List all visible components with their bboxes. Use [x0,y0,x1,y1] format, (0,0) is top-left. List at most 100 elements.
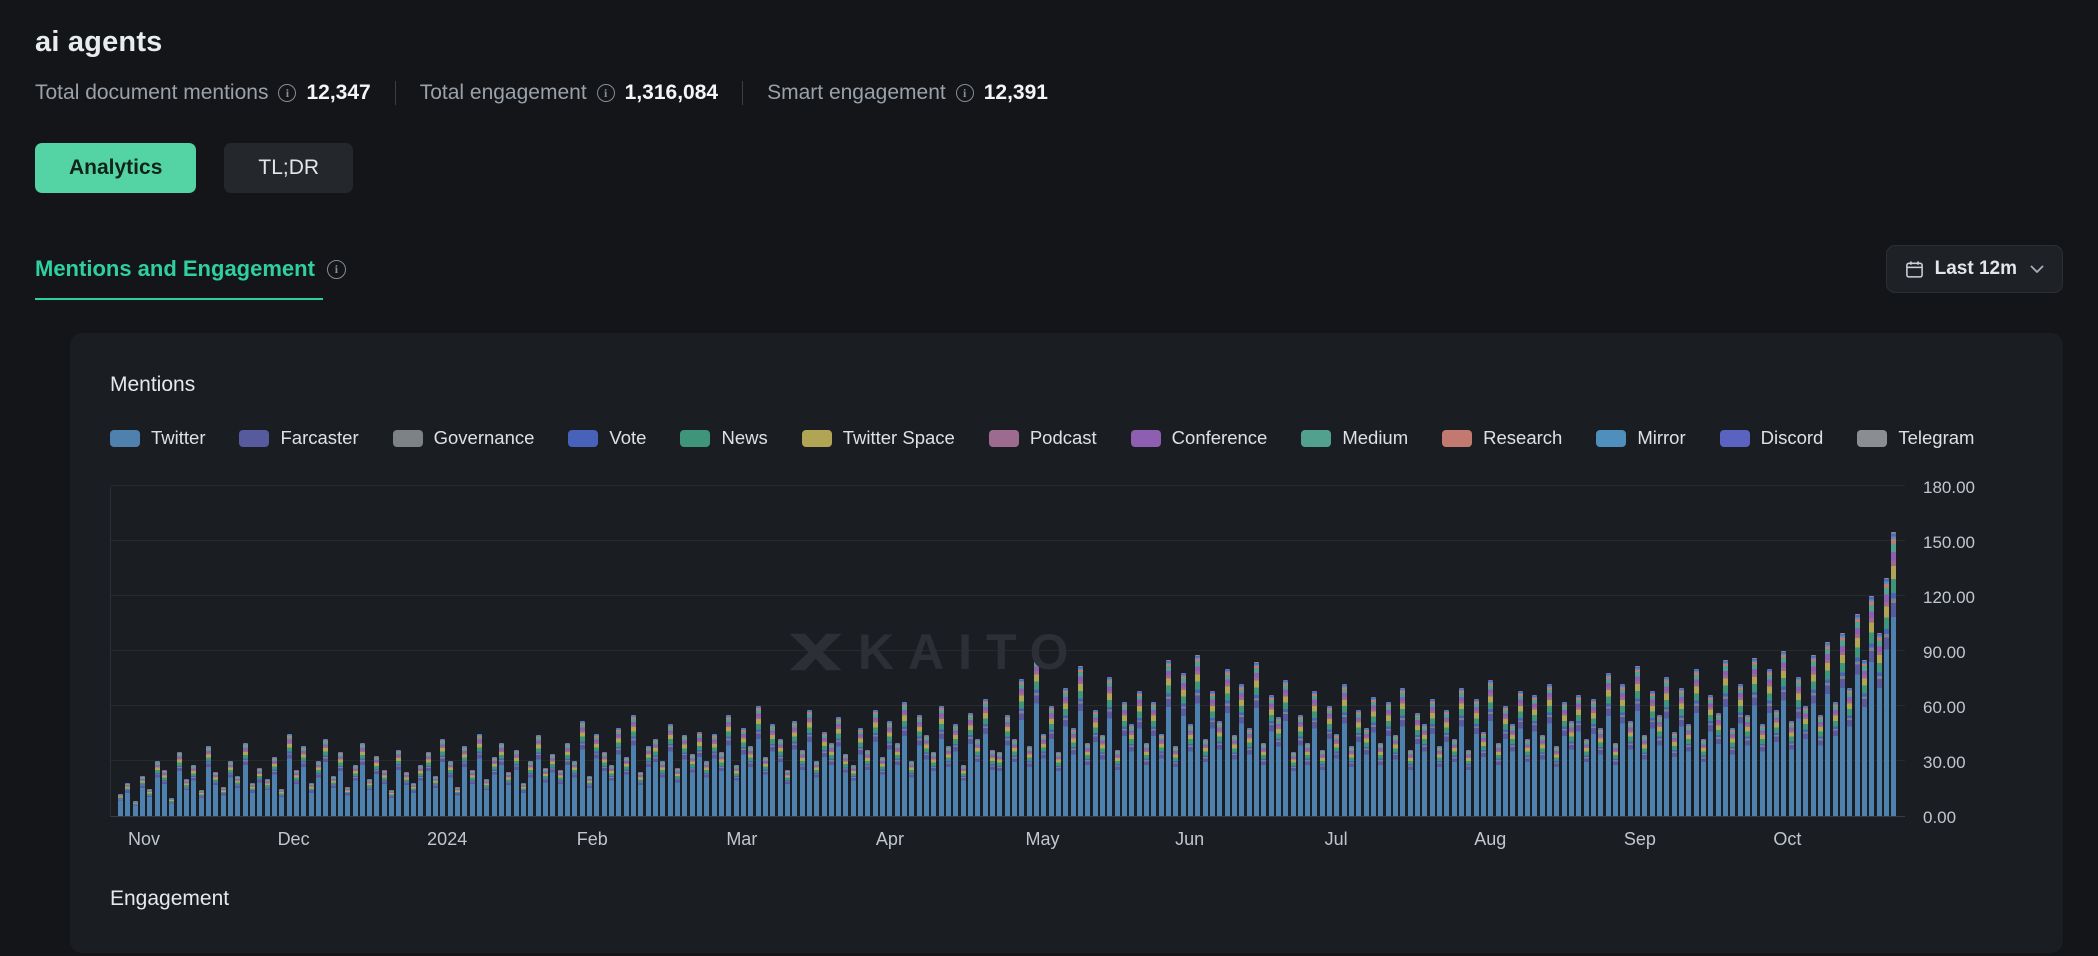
mention-bar[interactable] [1532,695,1537,816]
mention-bar[interactable] [756,706,761,816]
mention-bar[interactable] [1203,739,1208,816]
mention-bar[interactable] [704,761,709,816]
mention-bar[interactable] [1818,715,1823,816]
mention-bar[interactable] [1371,697,1376,816]
mention-bar[interactable] [1503,706,1508,816]
mention-bar[interactable] [1444,710,1449,816]
mention-bar[interactable] [1378,743,1383,816]
mention-bar[interactable] [946,746,951,816]
mention-bar[interactable] [1034,655,1039,816]
mention-bar[interactable] [133,801,138,816]
mention-bar[interactable] [1166,660,1171,816]
mention-bar[interactable] [162,770,167,816]
mention-bar[interactable] [294,770,299,816]
mention-bar[interactable] [902,702,907,816]
mention-bar[interactable] [243,743,248,816]
mention-bar[interactable] [931,752,936,816]
mention-bar[interactable] [851,765,856,816]
mention-bar[interactable] [1151,702,1156,816]
mention-bar[interactable] [1400,688,1405,816]
mention-bar[interactable] [983,699,988,816]
mention-bar[interactable] [1349,746,1354,816]
mention-bar[interactable] [1430,699,1435,816]
mention-bar[interactable] [1137,691,1142,816]
mention-bar[interactable] [1239,684,1244,816]
mention-bar[interactable] [1232,735,1237,816]
mention-bar[interactable] [1320,750,1325,816]
mention-bar[interactable] [1789,721,1794,816]
mention-bar[interactable] [748,746,753,816]
mention-bar[interactable] [250,783,255,816]
mention-bar[interactable] [1803,706,1808,816]
mention-bar[interactable] [1005,715,1010,816]
mention-bar[interactable] [990,750,995,816]
mention-bar[interactable] [572,761,577,816]
mention-bar[interactable] [1093,710,1098,816]
mention-bar[interactable] [323,739,328,816]
legend-item[interactable]: Medium [1301,427,1408,449]
mention-bar[interactable] [1628,721,1633,816]
mention-bar[interactable] [1738,684,1743,816]
mention-bar[interactable] [338,752,343,816]
mention-bar[interactable] [800,750,805,816]
mention-bar[interactable] [1041,734,1046,817]
mention-bar[interactable] [353,765,358,816]
mention-bar[interactable] [1584,739,1589,816]
mention-bar[interactable] [514,750,519,816]
mention-bar[interactable] [221,787,226,816]
mention-bar[interactable] [177,752,182,816]
mention-bar[interactable] [1510,724,1515,816]
mention-bar[interactable] [360,743,365,816]
mention-bar[interactable] [814,761,819,816]
mention-bar[interactable] [1283,680,1288,816]
mention-bar[interactable] [1796,677,1801,816]
legend-item[interactable]: Mirror [1596,427,1685,449]
mention-bar[interactable] [389,790,394,816]
tab-tldr[interactable]: TL;DR [224,143,353,193]
mention-bar[interactable] [1276,717,1281,816]
mention-bar[interactable] [887,721,892,816]
mention-bar[interactable] [206,746,211,816]
legend-item[interactable]: Podcast [989,427,1097,449]
mention-bar[interactable] [1752,658,1757,816]
mention-bar[interactable] [272,757,277,816]
mention-bar[interactable] [968,713,973,816]
mention-bar[interactable] [1261,743,1266,816]
mention-bar[interactable] [873,710,878,816]
mention-bar[interactable] [917,715,922,816]
mention-bar[interactable] [1466,750,1471,816]
mention-bar[interactable] [1620,684,1625,816]
mention-bar[interactable] [1085,743,1090,816]
mention-bar[interactable] [506,772,511,816]
mention-bar[interactable] [1650,691,1655,816]
mention-bar[interactable] [690,754,695,816]
mention-bar[interactable] [382,770,387,816]
mention-bar[interactable] [1723,660,1728,816]
mention-bar[interactable] [1562,702,1567,816]
mention-bar[interactable] [1181,673,1186,816]
mention-bar[interactable] [1225,669,1230,816]
mention-bar[interactable] [953,724,958,816]
mention-bar[interactable] [1686,724,1691,816]
mention-bar[interactable] [1356,710,1361,816]
time-range-dropdown[interactable]: Last 12m [1886,245,2063,293]
mention-bar[interactable] [1847,688,1852,816]
mention-bar[interactable] [396,750,401,816]
mention-bar[interactable] [1716,713,1721,816]
mention-bar[interactable] [858,728,863,816]
mention-bar[interactable] [1452,739,1457,816]
mention-bar[interactable] [1027,746,1032,816]
mention-bar[interactable] [411,783,416,816]
mention-bar[interactable] [1488,680,1493,816]
mention-bar[interactable] [440,739,445,816]
mention-bar[interactable] [374,756,379,817]
mention-bar[interactable] [184,779,189,816]
mention-bar[interactable] [1415,713,1420,816]
mention-bar[interactable] [199,790,204,816]
mention-bar[interactable] [1254,662,1259,816]
mention-bar[interactable] [741,728,746,816]
mention-bar[interactable] [1269,695,1274,816]
mention-bar[interactable] [1012,739,1017,816]
legend-item[interactable]: Twitter [110,427,205,449]
legend-item[interactable]: Vote [568,427,646,449]
